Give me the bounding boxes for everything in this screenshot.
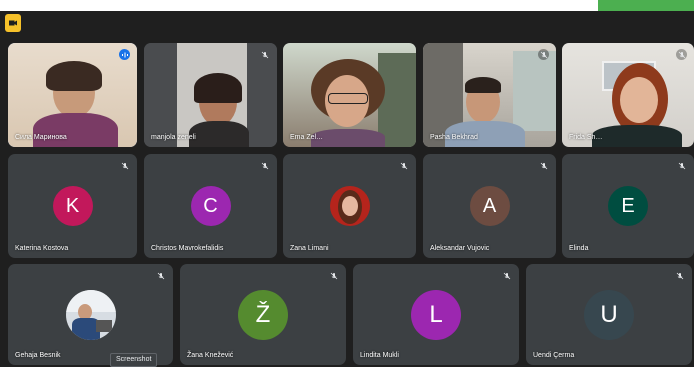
top-strip (0, 0, 694, 11)
participant-tile[interactable]: L Lindita Mukli (353, 264, 519, 365)
mic-muted-icon (501, 270, 512, 281)
avatar-photo (65, 289, 116, 340)
participant-video (423, 43, 556, 147)
mic-muted-icon (259, 49, 270, 60)
participant-name: Uendi Çerma (533, 352, 575, 359)
participant-name: Ema Zel… (290, 134, 324, 141)
mic-muted-icon (119, 160, 130, 171)
participant-tile[interactable]: Frida Sh… (562, 43, 694, 147)
participant-tile[interactable]: U Uendi Çerma (526, 264, 692, 365)
participant-video (562, 43, 694, 147)
avatar-initial: A (469, 186, 510, 226)
participant-tile[interactable]: Ema Zel… (283, 43, 416, 147)
participant-name: Lindita Mukli (360, 352, 399, 359)
meet-app-icon[interactable] (5, 14, 21, 32)
participant-tile[interactable]: K Katerina Kostova (8, 154, 137, 258)
participant-name: Pasha Bekhrad (430, 134, 478, 141)
participant-tile[interactable]: Gehaja Besnik (8, 264, 173, 365)
avatar-initial: K (52, 186, 93, 226)
participant-tile[interactable]: C Christos Mavrokefalidis (144, 154, 277, 258)
mic-muted-icon (538, 160, 549, 171)
participant-video (144, 43, 277, 147)
avatar-initial: E (608, 186, 648, 226)
participant-tile[interactable]: manjola zeneli (144, 43, 277, 147)
participant-tile[interactable]: E Elinda (562, 154, 694, 258)
participant-video (8, 43, 137, 147)
speaking-indicator-icon (119, 49, 130, 60)
mic-muted-icon (676, 49, 687, 60)
participant-name: Christos Mavrokefalidis (151, 245, 224, 252)
mic-muted-icon (259, 160, 270, 171)
mic-muted-icon (328, 270, 339, 281)
avatar-initial: Ž (238, 289, 288, 340)
mic-muted-icon (155, 270, 166, 281)
participant-tile[interactable]: A Aleksandar Vujovic (423, 154, 556, 258)
participant-name: Frida Sh… (569, 134, 603, 141)
participant-name: Сила Маринова (15, 134, 67, 141)
participant-name: Žana Knežević (187, 352, 234, 359)
participant-tile[interactable]: Pasha Bekhrad (423, 43, 556, 147)
participant-name: Zana Limani (290, 245, 329, 252)
green-banner (598, 0, 694, 11)
mic-muted-icon (398, 160, 409, 171)
avatar-initial: C (190, 186, 231, 226)
mic-muted-icon (538, 49, 549, 60)
participant-name: manjola zeneli (151, 134, 196, 141)
avatar-initial: U (584, 289, 634, 340)
participant-name: Aleksandar Vujovic (430, 245, 490, 252)
participant-name: Elinda (569, 245, 589, 252)
participant-tile[interactable]: Сила Маринова (8, 43, 137, 147)
avatar-photo (329, 186, 370, 226)
avatar-initial: L (411, 289, 461, 340)
participant-video (283, 43, 416, 147)
participant-tile[interactable]: Zana Limani (283, 154, 416, 258)
mic-muted-icon (676, 160, 687, 171)
mic-muted-icon (674, 270, 685, 281)
participant-tile[interactable]: Ž Žana Knežević (180, 264, 346, 365)
participant-name: Gehaja Besnik (15, 352, 61, 359)
participant-name: Katerina Kostova (15, 245, 69, 252)
